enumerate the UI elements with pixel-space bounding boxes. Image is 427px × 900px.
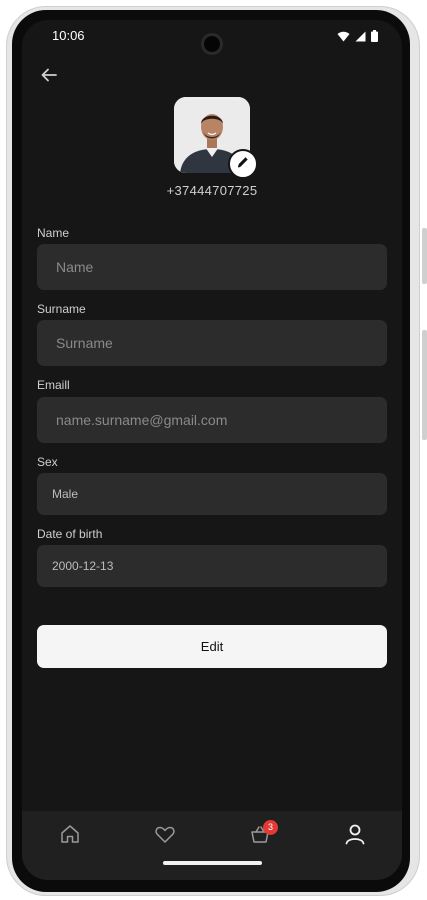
nav-home[interactable] — [57, 823, 83, 849]
status-time: 10:06 — [52, 28, 85, 43]
user-icon — [343, 822, 367, 851]
app-screen: 10:06 +37444707725 Name Name Surname Sur… — [22, 20, 402, 880]
surname-input[interactable] — [37, 320, 387, 366]
pencil-icon — [236, 155, 250, 174]
battery-icon — [371, 29, 378, 47]
edit-avatar-button[interactable] — [228, 149, 258, 179]
bottom-navigation: 3 — [22, 811, 402, 880]
nav-favorites[interactable] — [152, 823, 178, 849]
device-power-button — [422, 330, 427, 440]
edit-button[interactable]: Edit — [37, 625, 387, 668]
surname-label: Surname — [37, 302, 86, 316]
dob-label: Date of birth — [37, 527, 103, 541]
heart-icon — [154, 823, 176, 850]
sex-field[interactable]: Male — [37, 473, 387, 515]
device-volume-button — [422, 228, 427, 284]
home-indicator-bar[interactable] — [163, 861, 262, 865]
signal-icon — [355, 29, 366, 47]
profile-phone-number: +37444707725 — [166, 183, 258, 198]
nav-profile[interactable] — [342, 823, 368, 849]
wifi-icon — [337, 29, 350, 47]
sex-label: Sex — [37, 455, 58, 469]
home-icon — [59, 823, 81, 850]
cart-badge: 3 — [263, 820, 278, 835]
status-icons — [337, 29, 378, 47]
nav-cart[interactable]: 3 — [247, 820, 278, 849]
email-label: Emaill — [37, 378, 70, 392]
email-input[interactable] — [37, 397, 387, 443]
profile-avatar-container — [174, 97, 258, 179]
name-input[interactable] — [37, 244, 387, 290]
dob-field[interactable]: 2000-12-13 — [37, 545, 387, 587]
front-camera — [204, 36, 220, 52]
status-bar: 10:06 — [22, 20, 402, 54]
arrow-left-icon[interactable] — [38, 64, 60, 86]
name-label: Name — [37, 226, 70, 240]
